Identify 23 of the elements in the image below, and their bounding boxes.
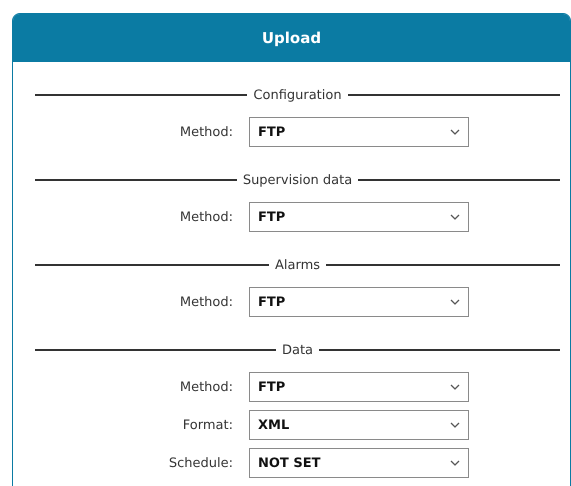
chevron-icon	[450, 299, 460, 305]
chevron-icon	[450, 129, 460, 135]
field-label: Format:	[182, 418, 233, 432]
dropdown[interactable]: FTP	[249, 372, 469, 402]
chevron-icon	[450, 384, 460, 390]
chevron-icon	[450, 214, 460, 220]
field-label: Method:	[178, 210, 233, 224]
section-title: Configuration	[252, 88, 343, 102]
section-title: Alarms	[274, 258, 322, 272]
section-title: Data	[280, 342, 314, 358]
panel-title: Upload	[13, 14, 570, 62]
field-label: Method:	[178, 294, 233, 310]
dropdown[interactable]: FTP	[249, 287, 469, 317]
dropdown[interactable]: FTP	[249, 117, 469, 147]
field-label: Method:	[178, 124, 233, 140]
field-label: Method:	[178, 380, 233, 394]
dropdown[interactable]: NOT SET	[249, 448, 469, 478]
chevron-icon	[450, 460, 460, 466]
section-title: Supervision data	[242, 172, 354, 188]
dropdown[interactable]: XML	[249, 410, 469, 440]
chevron-icon	[450, 422, 460, 428]
dropdown[interactable]: FTP	[249, 202, 469, 232]
field-label: Schedule:	[168, 456, 233, 470]
